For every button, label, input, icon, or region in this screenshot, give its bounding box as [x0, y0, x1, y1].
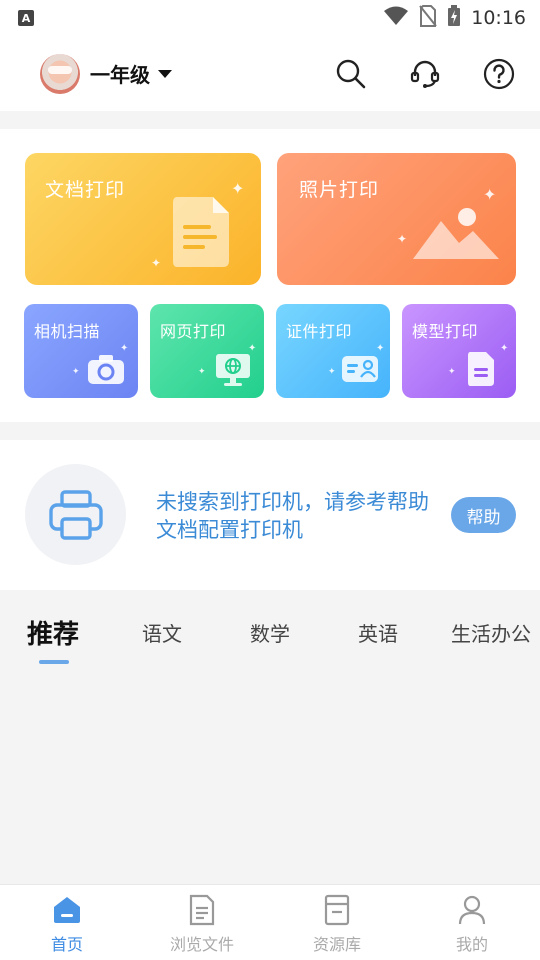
file-icon — [185, 893, 219, 927]
sparkle-icon: ✦ — [231, 179, 245, 198]
grade-selector[interactable]: 一年级 — [90, 59, 150, 88]
printer-icon-circle — [25, 464, 126, 565]
photo-print-label: 照片打印 — [299, 179, 380, 201]
id-print-card[interactable]: 证件打印 ✦ ✦ — [276, 304, 390, 398]
avatar[interactable] — [40, 53, 80, 94]
home-icon — [50, 893, 84, 927]
nav-mine[interactable]: 我的 — [422, 893, 522, 955]
sparkle-icon: ✦ — [397, 232, 408, 246]
print-functions: 文档打印 ✦ ✦ 照片打印 ✦ ✦ 相机扫描 ✦ ✦ 网页打印 ✦ ✦ 证件打印… — [0, 129, 540, 422]
tab-english[interactable]: 英语 — [358, 618, 398, 647]
web-print-card[interactable]: 网页打印 ✦ ✦ — [150, 304, 264, 398]
tab-recommend[interactable]: 推荐 — [27, 614, 79, 651]
camera-scan-card[interactable]: 相机扫描 ✦ ✦ — [24, 304, 138, 398]
status-time: 10:16 — [471, 7, 526, 29]
nav-browse-files[interactable]: 浏览文件 — [152, 893, 252, 955]
model-print-label: 模型打印 — [412, 322, 479, 341]
sparkle-icon: ✦ — [448, 367, 456, 377]
document-print-card[interactable]: 文档打印 ✦ ✦ — [25, 153, 261, 285]
camera-icon — [88, 355, 124, 384]
model-print-card[interactable]: 模型打印 ✦ ✦ — [402, 304, 516, 398]
sparkle-icon: ✦ — [328, 367, 336, 377]
sparkle-icon: ✦ — [483, 185, 497, 204]
category-tabs: 推荐 语文 数学 英语 生活办公 — [0, 590, 540, 674]
web-monitor-icon — [216, 354, 250, 386]
user-icon — [455, 893, 489, 927]
app-notification-icon: A — [18, 10, 34, 26]
help-button[interactable]: 帮助 — [451, 497, 516, 533]
landscape-image-icon — [413, 208, 499, 259]
sparkle-icon: ✦ — [72, 367, 80, 377]
photo-print-card[interactable]: 照片打印 ✦ ✦ — [277, 153, 516, 285]
document-print-label: 文档打印 — [45, 179, 126, 201]
sparkle-icon: ✦ — [151, 256, 162, 270]
no-sim-icon — [419, 5, 438, 31]
document-icon — [173, 197, 229, 267]
id-card-icon — [342, 356, 378, 382]
library-icon — [320, 893, 354, 927]
help-icon[interactable] — [482, 57, 516, 91]
printer-icon — [48, 489, 103, 540]
tab-life-office[interactable]: 生活办公 — [451, 618, 531, 647]
search-icon[interactable] — [334, 57, 368, 91]
top-header: 一年级 — [0, 36, 540, 111]
nav-resource-library[interactable]: 资源库 — [287, 893, 387, 955]
bottom-navigation: 首页 浏览文件 资源库 我的 — [0, 884, 540, 960]
nav-home[interactable]: 首页 — [17, 893, 117, 955]
template-file-icon — [468, 352, 494, 386]
tab-chinese[interactable]: 语文 — [142, 618, 182, 647]
customer-service-icon[interactable] — [408, 57, 442, 91]
tab-math[interactable]: 数学 — [250, 618, 290, 647]
web-print-label: 网页打印 — [160, 322, 227, 341]
sparkle-icon: ✦ — [198, 367, 206, 377]
printer-status-panel: 未搜索到打印机，请参考帮助文档配置打印机 帮助 — [0, 440, 540, 590]
id-print-label: 证件打印 — [286, 322, 353, 341]
camera-scan-label: 相机扫描 — [34, 322, 101, 341]
status-bar: A 10:16 — [0, 0, 540, 36]
caret-down-icon[interactable] — [158, 69, 172, 78]
wifi-icon — [383, 6, 409, 30]
active-tab-indicator — [39, 660, 69, 664]
printer-not-found-message: 未搜索到打印机，请参考帮助文档配置打印机 — [156, 490, 429, 542]
battery-charging-icon — [447, 5, 461, 31]
sparkle-icon: ✦ — [376, 343, 385, 354]
sparkle-icon: ✦ — [500, 343, 509, 354]
